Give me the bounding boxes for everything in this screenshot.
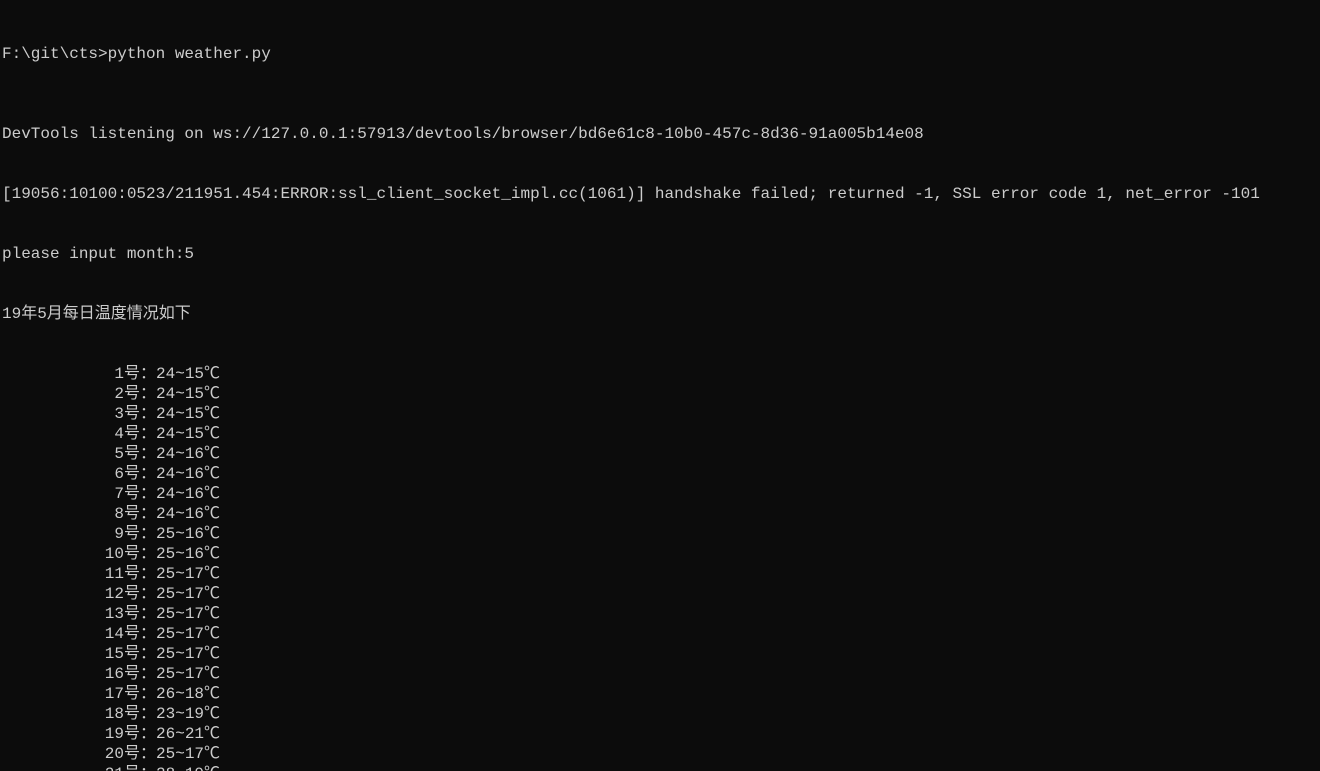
temperature-value: 25~16℃ [156, 525, 220, 543]
temperature-row: 1号：24~15℃ [2, 364, 1320, 384]
separator-label: 号： [124, 685, 156, 703]
day-label: 18 [2, 704, 124, 724]
temperature-value: 24~15℃ [156, 425, 220, 443]
temperature-row: 12号：25~17℃ [2, 584, 1320, 604]
separator-label: 号： [124, 405, 156, 423]
temperature-value: 24~15℃ [156, 385, 220, 403]
separator-label: 号： [124, 625, 156, 643]
separator-label: 号： [124, 725, 156, 743]
separator-label: 号： [124, 585, 156, 603]
temperature-row: 15号：25~17℃ [2, 644, 1320, 664]
temperature-list: 1号：24~15℃2号：24~15℃3号：24~15℃4号：24~15℃5号：2… [2, 364, 1320, 771]
day-label: 8 [2, 504, 124, 524]
temperature-value: 25~17℃ [156, 585, 220, 603]
temperature-value: 24~16℃ [156, 505, 220, 523]
separator-label: 号： [124, 665, 156, 683]
temperature-row: 14号：25~17℃ [2, 624, 1320, 644]
temperature-row: 19号：26~21℃ [2, 724, 1320, 744]
temperature-value: 25~17℃ [156, 565, 220, 583]
temperature-value: 24~16℃ [156, 465, 220, 483]
separator-label: 号： [124, 605, 156, 623]
day-label: 19 [2, 724, 124, 744]
temperature-row: 13号：25~17℃ [2, 604, 1320, 624]
day-label: 20 [2, 744, 124, 764]
temperature-row: 20号：25~17℃ [2, 744, 1320, 764]
day-label: 11 [2, 564, 124, 584]
temperature-row: 4号：24~15℃ [2, 424, 1320, 444]
log-line: 19年5月每日温度情况如下 [2, 304, 1320, 324]
temperature-value: 25~17℃ [156, 645, 220, 663]
day-label: 15 [2, 644, 124, 664]
temperature-value: 25~17℃ [156, 625, 220, 643]
day-label: 2 [2, 384, 124, 404]
day-label: 9 [2, 524, 124, 544]
temperature-row: 21号：28~19℃ [2, 764, 1320, 771]
day-label: 14 [2, 624, 124, 644]
day-label: 5 [2, 444, 124, 464]
day-label: 13 [2, 604, 124, 624]
temperature-row: 7号：24~16℃ [2, 484, 1320, 504]
day-label: 1 [2, 364, 124, 384]
day-label: 4 [2, 424, 124, 444]
temperature-row: 6号：24~16℃ [2, 464, 1320, 484]
terminal-output[interactable]: F:\git\cts>python weather.py DevTools li… [0, 0, 1320, 771]
separator-label: 号： [124, 545, 156, 563]
separator-label: 号： [124, 505, 156, 523]
separator-label: 号： [124, 565, 156, 583]
separator-label: 号： [124, 525, 156, 543]
temperature-value: 23~19℃ [156, 705, 220, 723]
separator-label: 号： [124, 645, 156, 663]
temperature-row: 8号：24~16℃ [2, 504, 1320, 524]
log-line: [19056:10100:0523/211951.454:ERROR:ssl_c… [2, 184, 1320, 204]
separator-label: 号： [124, 365, 156, 383]
temperature-row: 11号：25~17℃ [2, 564, 1320, 584]
separator-label: 号： [124, 705, 156, 723]
temperature-row: 9号：25~16℃ [2, 524, 1320, 544]
day-label: 3 [2, 404, 124, 424]
command-prompt-line: F:\git\cts>python weather.py [2, 44, 1320, 64]
separator-label: 号： [124, 485, 156, 503]
temperature-value: 26~21℃ [156, 725, 220, 743]
temperature-value: 24~16℃ [156, 445, 220, 463]
log-line: DevTools listening on ws://127.0.0.1:579… [2, 124, 1320, 144]
temperature-value: 24~15℃ [156, 365, 220, 383]
temperature-row: 5号：24~16℃ [2, 444, 1320, 464]
temperature-row: 18号：23~19℃ [2, 704, 1320, 724]
separator-label: 号： [124, 745, 156, 763]
temperature-value: 24~15℃ [156, 405, 220, 423]
log-line: please input month:5 [2, 244, 1320, 264]
separator-label: 号： [124, 385, 156, 403]
day-label: 21 [2, 764, 124, 771]
day-label: 6 [2, 464, 124, 484]
day-label: 10 [2, 544, 124, 564]
separator-label: 号： [124, 765, 156, 771]
separator-label: 号： [124, 445, 156, 463]
separator-label: 号： [124, 465, 156, 483]
temperature-value: 25~17℃ [156, 665, 220, 683]
temperature-row: 16号：25~17℃ [2, 664, 1320, 684]
temperature-row: 17号：26~18℃ [2, 684, 1320, 704]
day-label: 16 [2, 664, 124, 684]
temperature-value: 26~18℃ [156, 685, 220, 703]
temperature-value: 25~17℃ [156, 605, 220, 623]
temperature-value: 28~19℃ [156, 765, 220, 771]
temperature-row: 2号：24~15℃ [2, 384, 1320, 404]
separator-label: 号： [124, 425, 156, 443]
temperature-value: 25~17℃ [156, 745, 220, 763]
temperature-value: 25~16℃ [156, 545, 220, 563]
day-label: 17 [2, 684, 124, 704]
temperature-value: 24~16℃ [156, 485, 220, 503]
day-label: 7 [2, 484, 124, 504]
temperature-row: 10号：25~16℃ [2, 544, 1320, 564]
temperature-row: 3号：24~15℃ [2, 404, 1320, 424]
day-label: 12 [2, 584, 124, 604]
